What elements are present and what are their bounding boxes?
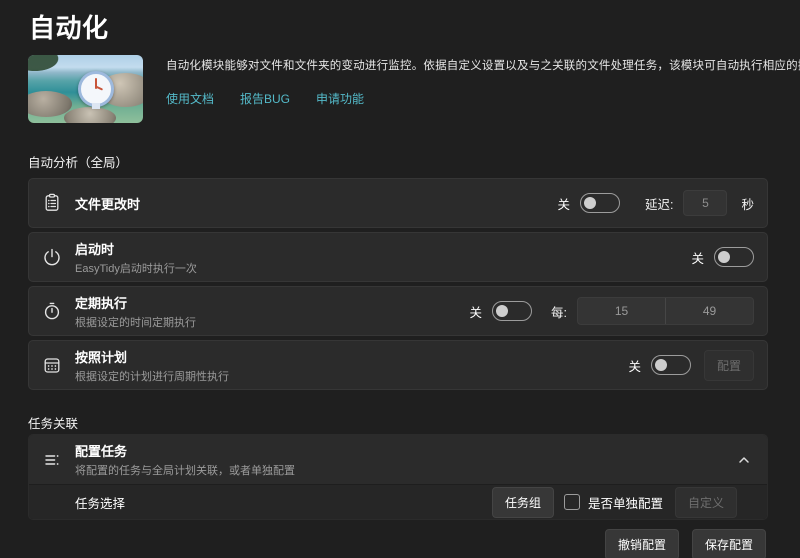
task-config-expander: 配置任务 将配置的任务与全局计划关联，或者单独配置 任务选择 任务组 是否单独配… [28, 434, 768, 520]
schedule-config-button[interactable]: 配置 [704, 350, 754, 381]
undo-config-button[interactable]: 撤销配置 [605, 529, 679, 558]
interval-minute-input[interactable] [578, 298, 665, 324]
footer-actions: 撤销配置 保存配置 [605, 529, 766, 558]
task-select-row: 任务选择 任务组 是否单独配置 自定义 [29, 484, 767, 519]
intro-header: 自动化模块能够对文件和文件夹的变动进行监控。依据自定义设置以及与之关联的文件处理… [28, 55, 768, 123]
task-config-header[interactable]: 配置任务 将配置的任务与全局计划关联，或者单独配置 [29, 435, 767, 484]
setting-row-periodic: 定期执行 根据设定的时间定期执行 关 每: [28, 286, 768, 336]
setting-title: 定期执行 [75, 293, 196, 312]
setting-row-schedule: 按照计划 根据设定的计划进行周期性执行 关 配置 [28, 340, 768, 390]
clipboard-list-icon [42, 193, 62, 213]
setting-subtitle: 根据设定的时间定期执行 [75, 314, 196, 330]
section-task-relation: 任务关联 [28, 413, 78, 432]
link-report-bug[interactable]: 报告BUG [240, 90, 290, 107]
chevron-up-icon[interactable] [734, 450, 754, 470]
delay-label: 延迟: [645, 194, 673, 213]
setting-row-file-change: 文件更改时 关 延迟: 秒 [28, 178, 768, 228]
setting-title: 文件更改时 [75, 194, 140, 213]
file-change-toggle[interactable] [580, 193, 620, 213]
clock-icon [78, 71, 114, 107]
task-select-label: 任务选择 [75, 493, 125, 512]
delay-unit-label: 秒 [741, 194, 754, 213]
toggle-state-label: 关 [628, 356, 641, 375]
settings-card-list: 文件更改时 关 延迟: 秒 启动时 EasyTidy启动时执行一次 [28, 178, 768, 394]
save-config-button[interactable]: 保存配置 [692, 529, 766, 558]
toggle-state-label: 关 [557, 194, 570, 213]
task-card-subtitle: 将配置的任务与全局计划关联，或者单独配置 [75, 462, 295, 478]
automation-settings-page: 自动化 自动化模块能够对文件和文件夹的变动进行监控。依据自定义设置以及与之关联的… [0, 0, 800, 558]
toggle-state-label: 关 [470, 302, 483, 321]
task-card-title: 配置任务 [75, 441, 295, 460]
custom-button[interactable]: 自定义 [675, 487, 737, 518]
setting-title: 按照计划 [75, 347, 229, 366]
periodic-toggle[interactable] [492, 301, 532, 321]
toggle-state-label: 关 [691, 248, 704, 267]
section-auto-analysis: 自动分析（全局） [28, 152, 128, 171]
link-feature-request[interactable]: 申请功能 [316, 90, 364, 107]
setting-title: 启动时 [75, 239, 197, 258]
setting-subtitle: 根据设定的计划进行周期性执行 [75, 368, 229, 384]
calendar-icon [42, 355, 62, 375]
setting-row-startup: 启动时 EasyTidy启动时执行一次 关 [28, 232, 768, 282]
interval-second-input[interactable] [666, 298, 753, 324]
schedule-toggle[interactable] [651, 355, 691, 375]
standalone-config-label: 是否单独配置 [588, 493, 663, 512]
module-thumbnail-image [28, 55, 143, 123]
startup-toggle[interactable] [714, 247, 754, 267]
intro-links: 使用文档 报告BUG 申请功能 [166, 90, 768, 107]
setting-subtitle: EasyTidy启动时执行一次 [75, 260, 197, 276]
interval-inputs [577, 297, 754, 325]
delay-input[interactable] [683, 190, 727, 216]
task-group-button[interactable]: 任务组 [492, 487, 554, 518]
every-label: 每: [551, 302, 567, 321]
page-title: 自动化 [29, 8, 109, 45]
module-description: 自动化模块能够对文件和文件夹的变动进行监控。依据自定义设置以及与之关联的文件处理… [166, 57, 768, 73]
power-icon [42, 247, 62, 267]
link-docs[interactable]: 使用文档 [166, 90, 214, 107]
standalone-config-checkbox[interactable] [564, 494, 580, 510]
task-list-icon [42, 450, 62, 470]
timer-icon [42, 301, 62, 321]
